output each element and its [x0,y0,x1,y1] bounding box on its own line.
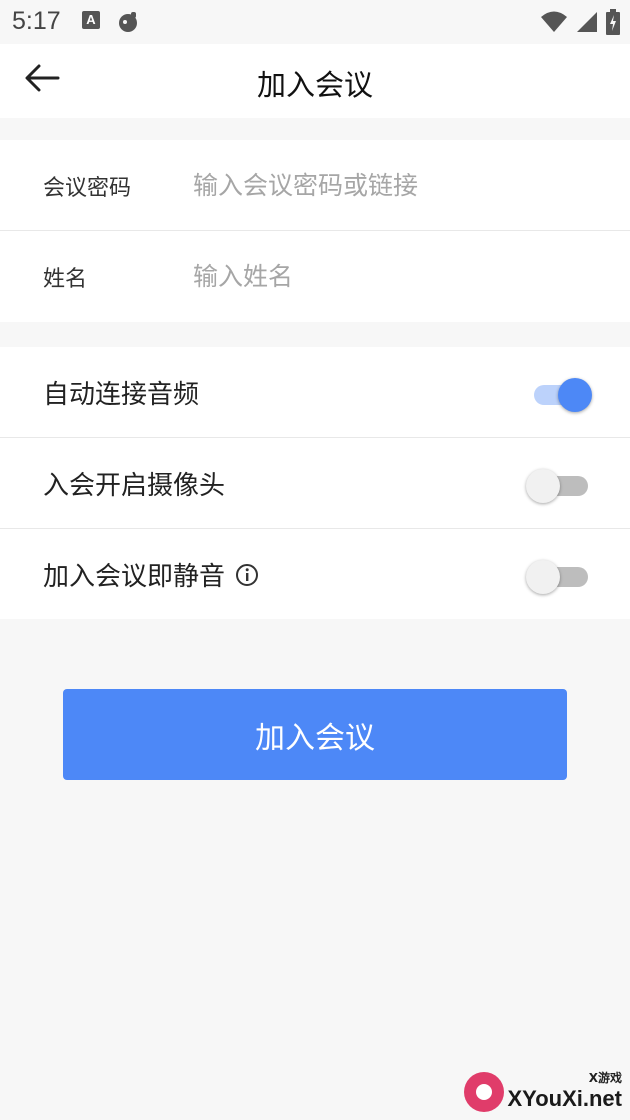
camera-text: 入会开启摄像头 [43,471,226,501]
camera-label: 入会开启摄像头 [43,465,225,502]
name-label: 姓名 [43,267,88,292]
auto-audio-row: 自动连接音频 [0,347,630,438]
camera-row: 入会开启摄像头 [0,438,630,529]
watermark-big: XYouXi.net [507,1086,623,1111]
join-meeting-button[interactable]: 加入会议 [63,689,567,780]
mute-row: 加入会议即静音 [0,529,630,620]
page-title: 加入会议 [256,68,373,102]
watermark-small: X游戏 [588,1071,622,1085]
wifi-icon [540,10,568,38]
watermark-text: X游戏 XYouXi.net [508,1069,623,1112]
auto-audio-text: 自动连接音频 [43,380,200,410]
password-row: 会议密码 [0,140,630,231]
password-label: 会议密码 [43,176,132,201]
accessibility-a-icon: A [82,11,100,29]
settings-card: 自动连接音频 入会开启摄像头 加入会议即静音 [0,347,630,619]
mute-text: 加入会议即静音 [43,562,226,592]
cell-signal-icon [576,10,598,38]
gamepad-logo-icon [463,1072,504,1112]
status-bar: 5:17 A [0,0,630,44]
meeting-info-card: 会议密码 姓名 [0,140,630,322]
app-notification-icon [116,10,140,38]
app-bar: 加入会议 [0,44,630,118]
mute-label: 加入会议即静音 [43,556,259,593]
status-time: 5:17 [12,7,61,35]
auto-audio-switch[interactable] [530,378,592,412]
password-input[interactable] [193,162,593,208]
mute-switch[interactable] [526,560,588,594]
battery-charging-icon [606,9,620,39]
status-icons [540,9,620,39]
auto-audio-label: 自动连接音频 [43,374,199,411]
name-row: 姓名 [0,231,630,322]
watermark: X游戏 XYouXi.net [463,1069,623,1112]
info-circle-icon[interactable] [235,563,259,587]
camera-switch[interactable] [526,469,588,503]
name-input[interactable] [193,253,593,299]
